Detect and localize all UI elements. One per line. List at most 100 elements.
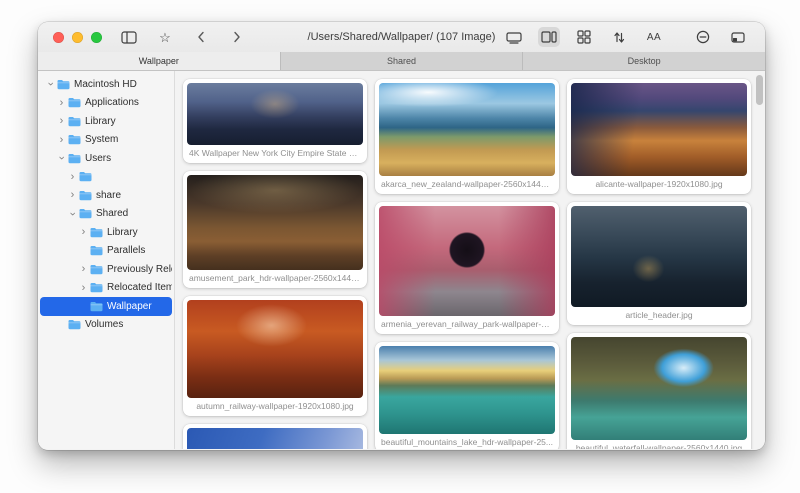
tab-wallpaper[interactable]: Wallpaper <box>38 52 280 70</box>
text-size-icon: AA <box>646 31 662 43</box>
sidebar-item-folder-5[interactable]: › <box>40 168 172 187</box>
folder-icon-wrap <box>79 171 92 182</box>
folder-icon-wrap <box>68 153 81 164</box>
image-filename: amusement_park_hdr-wallpaper-2560x1440..… <box>189 273 363 283</box>
sidebar-item-library[interactable]: › Library <box>40 223 172 242</box>
chevron-down-icon[interactable]: › <box>56 154 68 163</box>
folder-icon-wrap <box>79 190 92 201</box>
image-thumbnail-waterfall-pool[interactable] <box>571 337 747 440</box>
sidebar-item-label: Macintosh HD <box>74 78 137 90</box>
folder-icon-wrap <box>68 116 81 127</box>
display-view-button[interactable] <box>503 27 525 47</box>
sidebar-item-share[interactable]: › share <box>40 186 172 205</box>
folder-icon-wrap <box>68 319 81 330</box>
sort-button[interactable] <box>608 27 630 47</box>
sidebar-item-previously-relocat[interactable]: › Previously Relocat <box>40 260 172 279</box>
back-button[interactable] <box>190 27 212 47</box>
image-thumbnail-amusement-park[interactable] <box>187 175 363 270</box>
folder-icon <box>57 79 70 89</box>
image-card[interactable]: article_header.jpg <box>567 202 751 325</box>
sidebar-item-applications[interactable]: › Applications <box>40 94 172 113</box>
chevron-down-icon[interactable]: › <box>67 209 79 218</box>
chevron-right-icon <box>234 31 240 43</box>
chevron-left-icon <box>198 31 204 43</box>
sidebar-item-relocated-items[interactable]: › Relocated Items <box>40 279 172 298</box>
image-thumbnail-autumn-railway[interactable] <box>187 300 363 398</box>
image-filename: 4K Wallpaper New York City Empire State … <box>189 148 362 158</box>
sidebar-item-shared[interactable]: › Shared <box>40 205 172 224</box>
titlebar-left-tools: ☆ <box>118 27 248 47</box>
close-window-button[interactable] <box>53 31 64 43</box>
chevron-right-icon[interactable]: › <box>79 227 88 238</box>
titlebar-right-tools: AA <box>503 22 749 52</box>
sidebar-item-label: Parallels <box>107 245 146 257</box>
image-filename: akarca_new_zealand-wallpaper-2560x1440.j… <box>381 179 555 189</box>
forward-button[interactable] <box>226 27 248 47</box>
popout-window-icon <box>731 31 745 43</box>
image-card[interactable]: autumn_railway-wallpaper-1920x1080.jpg <box>183 296 367 416</box>
folder-icon <box>79 209 92 219</box>
image-thumbnail-blue-sky[interactable] <box>187 428 363 449</box>
image-thumbnail-alicante-night[interactable] <box>571 83 747 176</box>
image-filename: armenia_yerevan_railway_park-wallpaper-2… <box>381 319 555 329</box>
chevron-right-icon[interactable]: › <box>68 171 77 182</box>
sidebar-item-users[interactable]: › Users <box>40 149 172 168</box>
folder-icon-wrap <box>90 227 103 238</box>
image-card[interactable]: beautiful_waterfall-wallpaper-2560x1440.… <box>567 333 751 449</box>
thumb-column-2: akarca_new_zealand-wallpaper-2560x1440.j… <box>375 79 559 449</box>
image-thumbnail-nz-bay[interactable] <box>379 83 555 176</box>
sidebar-item-volumes[interactable]: ›Volumes <box>40 316 172 335</box>
folder-icon-wrap <box>90 245 103 256</box>
image-filename: autumn_railway-wallpaper-1920x1080.jpg <box>196 401 354 411</box>
image-card[interactable]: akarca_new_zealand-wallpaper-2560x1440.j… <box>375 79 559 194</box>
sidebar-item-label: Shared <box>96 208 129 220</box>
sidebar-toggle-button[interactable] <box>118 27 140 47</box>
thumbnail-browser: 4K Wallpaper New York City Empire State … <box>175 71 765 449</box>
image-thumbnail-article-nyc[interactable] <box>571 206 747 307</box>
remove-button[interactable] <box>692 27 714 47</box>
popout-window-button[interactable] <box>727 27 749 47</box>
favorites-star-button[interactable]: ☆ <box>154 27 176 47</box>
sidebar-item-label: System <box>85 134 119 146</box>
sidebar-item-macintosh-hd[interactable]: › Macintosh HD <box>40 75 172 94</box>
minimize-window-button[interactable] <box>72 31 83 43</box>
image-filename: beautiful_mountains_lake_hdr-wallpaper-2… <box>381 437 553 447</box>
chevron-right-icon[interactable]: › <box>79 282 88 293</box>
folder-icon-wrap <box>90 301 103 312</box>
image-card[interactable]: armenia_yerevan_railway_park-wallpaper-2… <box>375 202 559 334</box>
sidebar-item-label: Volumes <box>85 319 124 331</box>
chevron-right-icon[interactable]: › <box>57 116 66 127</box>
sidebar-item-wallpaper[interactable]: ›Wallpaper <box>40 297 172 316</box>
image-thumbnail-armenia-railway[interactable] <box>379 206 555 316</box>
chevron-right-icon[interactable]: › <box>68 190 77 201</box>
sidebar-item-label: Wallpaper <box>107 300 152 312</box>
image-thumbnail-nyc-dusk[interactable] <box>187 83 363 145</box>
chevron-down-icon[interactable]: › <box>45 80 57 89</box>
image-card[interactable]: beautiful_mountains_lake_hdr-wallpaper-2… <box>375 342 559 449</box>
text-size-button[interactable]: AA <box>643 27 665 47</box>
chevron-right-icon[interactable]: › <box>79 264 88 275</box>
image-card[interactable]: 4K Wallpaper New York City Empire State … <box>183 79 367 163</box>
tab-desktop[interactable]: Desktop <box>522 52 765 70</box>
chevron-right-icon[interactable]: › <box>57 97 66 108</box>
sidebar-item-system[interactable]: › System <box>40 131 172 150</box>
vertical-scrollbar[interactable] <box>756 75 763 105</box>
tab-shared[interactable]: Shared <box>279 52 523 70</box>
split-view-button[interactable] <box>538 27 560 47</box>
folder-icon <box>68 320 81 330</box>
folder-icon <box>90 227 103 237</box>
folder-icon <box>90 264 103 274</box>
sidebar-item-library[interactable]: › Library <box>40 112 172 131</box>
image-thumbnail-mountains-lake[interactable] <box>379 346 555 434</box>
image-card[interactable]: alicante-wallpaper-1920x1080.jpg <box>567 79 751 194</box>
thumbnail-grid: 4K Wallpaper New York City Empire State … <box>175 71 765 449</box>
grid-icon <box>577 30 591 44</box>
grid-view-button[interactable] <box>573 27 595 47</box>
folder-icon-wrap <box>90 282 103 293</box>
image-card[interactable] <box>183 424 367 449</box>
chevron-right-icon[interactable]: › <box>57 134 66 145</box>
zoom-window-button[interactable] <box>91 31 102 43</box>
image-card[interactable]: amusement_park_hdr-wallpaper-2560x1440..… <box>183 171 367 288</box>
sidebar-item-parallels[interactable]: ›Parallels <box>40 242 172 261</box>
thumb-column-1: 4K Wallpaper New York City Empire State … <box>183 79 367 449</box>
